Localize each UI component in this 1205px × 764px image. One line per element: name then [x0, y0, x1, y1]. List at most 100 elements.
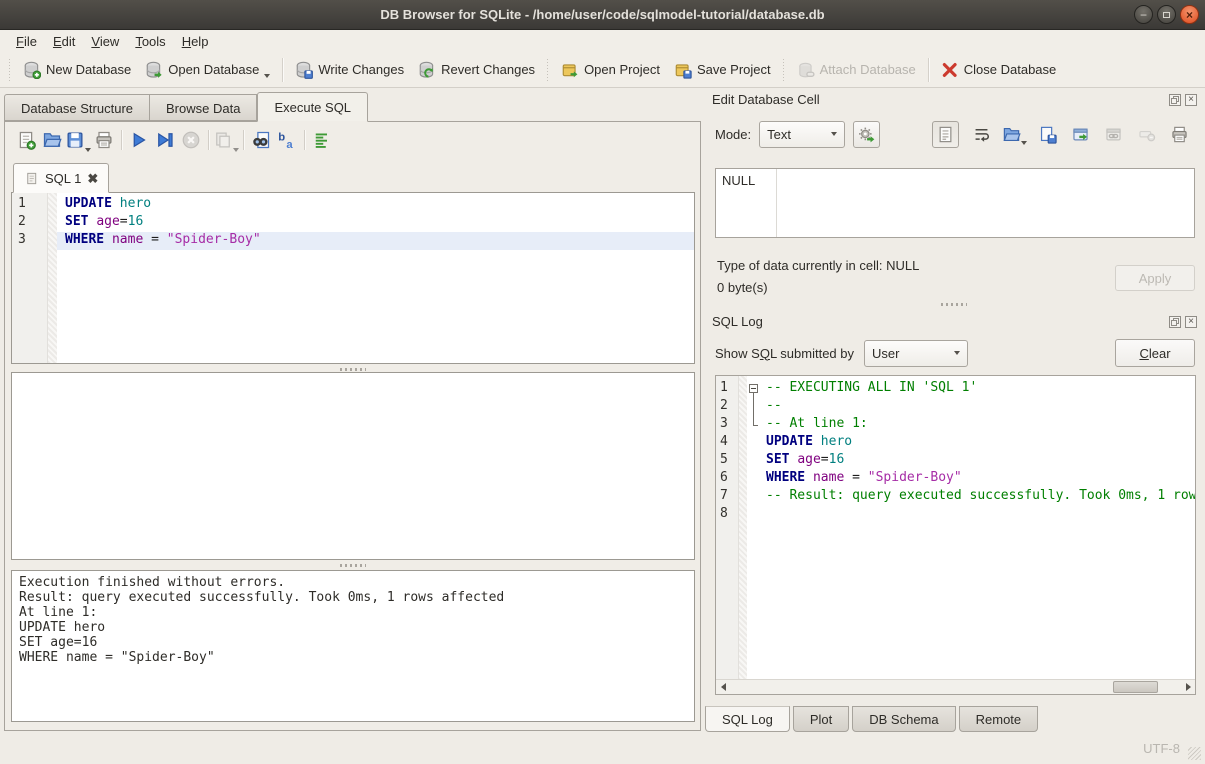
dropdown-caret-icon[interactable] [233, 148, 239, 152]
attach-database-button[interactable]: Attach Database [790, 57, 923, 83]
apply-button[interactable]: Apply [1115, 265, 1195, 291]
main-toolbar: New DatabaseOpen Database Write ChangesRe… [0, 52, 1205, 88]
close-database-button[interactable]: Close Database [934, 57, 1064, 83]
title-bar: DB Browser for SQLite - /home/user/code/… [0, 0, 1205, 30]
tab-database-structure[interactable]: Database Structure [4, 94, 150, 121]
clear-log-button[interactable]: Clear [1115, 339, 1195, 367]
menu-tools[interactable]: Tools [127, 32, 173, 51]
dock-tab-remote[interactable]: Remote [959, 706, 1039, 732]
query-results-grid[interactable] [11, 372, 695, 560]
word-wrap-button[interactable] [970, 122, 992, 146]
float-dock-icon[interactable] [1169, 94, 1181, 106]
code-line: 6WHERE name = "Spider-Boy" [716, 470, 1195, 488]
dock-tab-bar: SQL LogPlotDB SchemaRemote [705, 706, 1038, 732]
resize-grip[interactable] [1188, 747, 1201, 760]
fold-collapse-icon[interactable] [749, 384, 758, 393]
print-button[interactable] [91, 127, 117, 153]
import-icon [1002, 125, 1021, 144]
cell-value-editor[interactable]: NULL [715, 168, 1195, 238]
toolbar-separator [304, 130, 305, 150]
scrollbar-thumb[interactable] [1113, 681, 1158, 693]
link-icon [1104, 125, 1123, 144]
save-project-button[interactable]: Save Project [667, 57, 778, 83]
execution-message[interactable]: Execution finished without errors. Resul… [11, 570, 695, 722]
menu-view[interactable]: View [83, 32, 127, 51]
open-database-button[interactable]: Open Database [138, 57, 277, 83]
open-file-icon [42, 130, 62, 150]
tab-new-button[interactable] [13, 127, 39, 153]
copy-button[interactable] [213, 127, 239, 153]
sql-editor[interactable]: 1UPDATE hero2SET age=163WHERE name = "Sp… [11, 192, 695, 364]
float-dock-icon[interactable] [1169, 316, 1181, 328]
tab-browse-data[interactable]: Browse Data [150, 94, 257, 121]
revert-changes-button[interactable]: Revert Changes [411, 57, 542, 83]
open-file-button[interactable] [39, 127, 65, 153]
dock-splitter[interactable] [703, 300, 1205, 308]
code-line: 2-- [716, 398, 1195, 416]
link-button[interactable] [1102, 122, 1124, 146]
mode-select[interactable]: Text [759, 121, 845, 148]
toolbar-drag-handle[interactable] [782, 59, 786, 81]
import-button[interactable] [1003, 122, 1025, 146]
stop-button[interactable] [178, 127, 204, 153]
toolbar-separator [121, 130, 122, 150]
play-icon [129, 130, 149, 150]
log-source-value: User [872, 346, 899, 361]
dock-tab-db-schema[interactable]: DB Schema [852, 706, 955, 732]
sql-tab-bar: SQL 1 ✖ [11, 163, 694, 193]
play-button[interactable] [126, 127, 152, 153]
main-tab-bar: Database StructureBrowse DataExecute SQL [4, 94, 368, 122]
maximize-button[interactable] [1157, 5, 1176, 24]
auto-switch-mode-button[interactable] [853, 121, 880, 148]
replace-button[interactable]: ba [274, 127, 300, 153]
dock-tab-sql-log[interactable]: SQL Log [705, 706, 790, 732]
menu-file[interactable]: File [8, 32, 45, 51]
scroll-left-icon[interactable] [716, 681, 730, 694]
open-project-button[interactable]: Open Project [554, 57, 667, 83]
menu-help[interactable]: Help [174, 32, 217, 51]
close-dock-icon[interactable] [1185, 94, 1197, 106]
close-dock-icon[interactable] [1185, 316, 1197, 328]
close-button[interactable]: × [1180, 5, 1199, 24]
tab-close-icon[interactable]: ✖ [87, 172, 98, 185]
find-button[interactable] [248, 127, 274, 153]
code-line: 4UPDATE hero [716, 434, 1195, 452]
log-source-select[interactable]: User [864, 340, 968, 367]
export-arrow-button[interactable] [1069, 122, 1091, 146]
null-set-button[interactable] [1135, 122, 1157, 146]
export-save-button[interactable] [1036, 122, 1058, 146]
copy-icon [213, 130, 233, 150]
print-button[interactable] [1168, 122, 1190, 146]
dropdown-caret-icon[interactable] [264, 74, 270, 78]
sql-log-view[interactable]: 1-- EXECUTING ALL IN 'SQL 1'2--3-- At li… [715, 375, 1196, 695]
export-save-icon [1038, 125, 1057, 144]
menu-edit[interactable]: Edit [45, 32, 83, 51]
toolbar-drag-handle[interactable] [8, 59, 12, 81]
scrollbar-track[interactable] [730, 680, 1181, 694]
write-changes-button[interactable]: Write Changes [288, 57, 411, 83]
scroll-right-icon[interactable] [1181, 681, 1195, 694]
window-controls: − × [1134, 5, 1199, 24]
results-message-splitter[interactable] [11, 561, 695, 569]
new-database-button[interactable]: New Database [16, 57, 138, 83]
cell-mode-row: Mode: Text [715, 120, 1190, 148]
sql-tab[interactable]: SQL 1 ✖ [13, 163, 109, 193]
line-number: 4 [716, 434, 739, 452]
save-file-icon [65, 130, 85, 150]
play-end-button[interactable] [152, 127, 178, 153]
main-area: Database StructureBrowse DataExecute SQL… [0, 88, 1205, 734]
toolbar-drag-handle[interactable] [546, 59, 550, 81]
dropdown-caret-icon[interactable] [1021, 141, 1027, 145]
null-set-icon [1137, 125, 1156, 144]
horizontal-scrollbar[interactable] [716, 679, 1195, 694]
status-bar: UTF-8 [0, 734, 1205, 764]
format-button[interactable] [309, 127, 335, 153]
dock-tab-plot[interactable]: Plot [793, 706, 849, 732]
sql-tab-label: SQL 1 [45, 171, 81, 186]
minimize-button[interactable]: − [1134, 5, 1153, 24]
line-number: 3 [12, 232, 48, 250]
tab-execute-sql[interactable]: Execute SQL [257, 92, 368, 122]
doc-text-button[interactable] [932, 121, 959, 148]
save-file-button[interactable] [65, 127, 91, 153]
encoding-indicator: UTF-8 [1143, 741, 1180, 756]
